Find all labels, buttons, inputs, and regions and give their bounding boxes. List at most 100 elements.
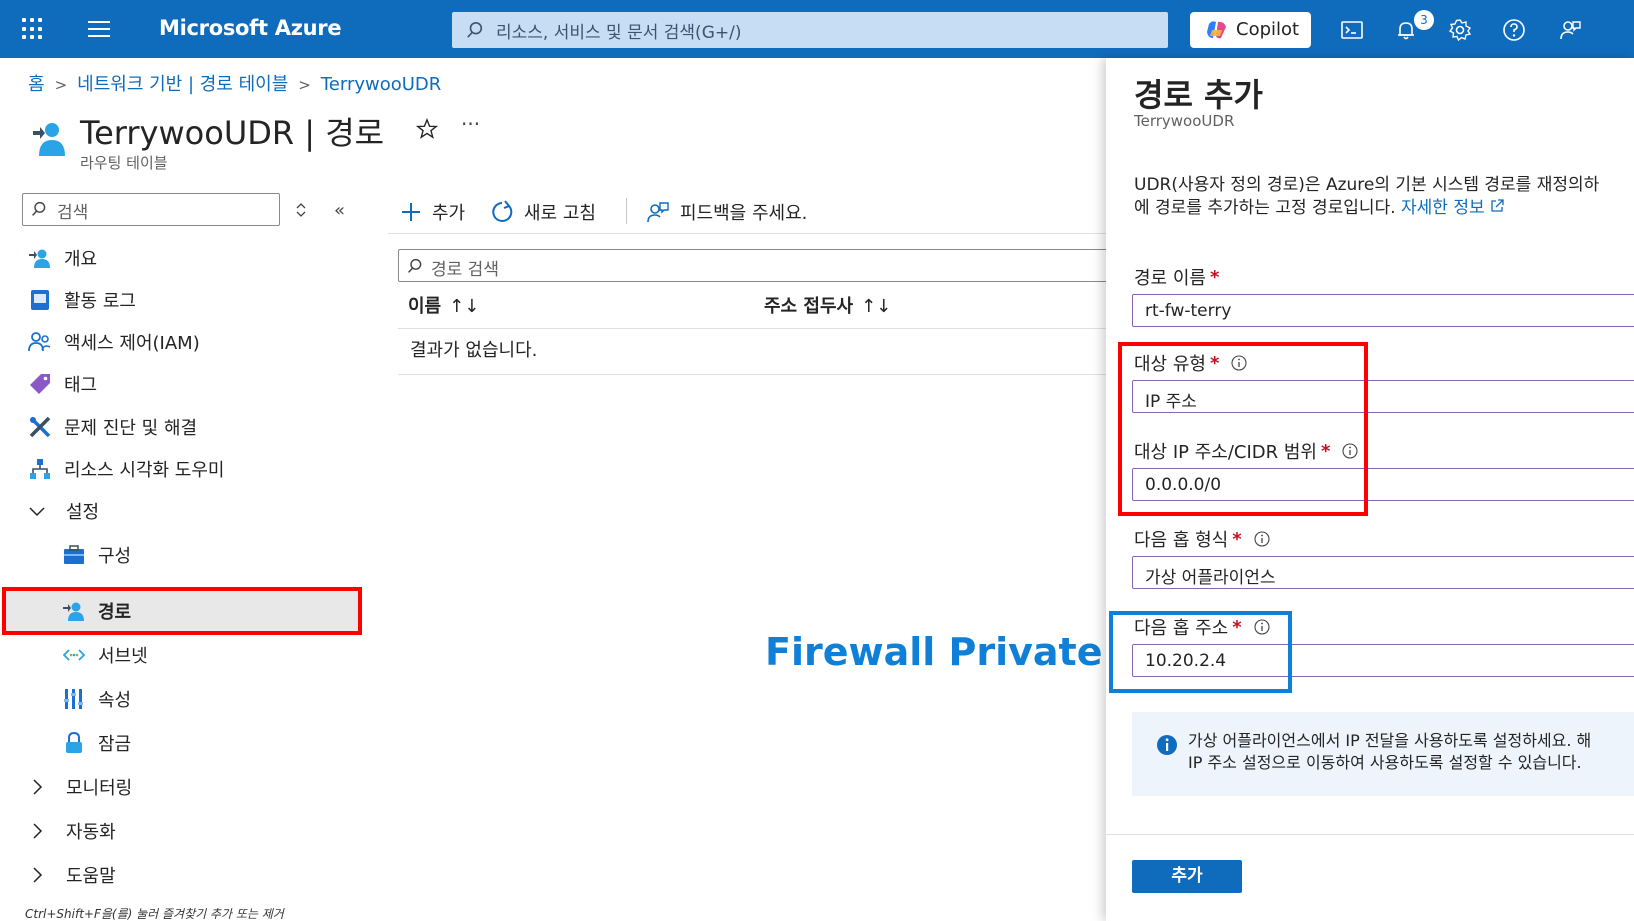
subnet-icon [62,649,86,661]
feedback-label: 피드백을 주세요. [680,203,808,224]
nav-item-label: 구성 [98,546,132,567]
feedback-icon [647,202,669,223]
copilot-label: Copilot [1236,19,1300,40]
panel-description: UDR(사용자 정의 경로)은 Azure의 기본 시스템 경로를 재정의하 에… [1134,174,1634,220]
command-divider [626,198,627,224]
favorite-star-icon[interactable] [416,118,438,140]
nav-item-diagnose[interactable]: 문제 진단 및 해결 [28,407,197,447]
route-name-input[interactable]: rt-fw-terry [1132,294,1634,327]
chevron-right-icon [33,867,43,883]
refresh-label: 새로 고침 [524,203,596,224]
required-marker: * [1232,528,1242,550]
column-header-label: 이름 [408,296,442,317]
feedback-person-icon[interactable] [1558,18,1582,42]
command-bar-divider [388,233,1108,234]
chevron-right-icon [33,779,43,795]
nav-group-label: 모니터링 [66,778,133,799]
portal-menu-icon[interactable] [88,21,110,37]
nav-group-label: 설정 [66,502,100,523]
app-launcher-icon[interactable] [22,18,44,40]
route-name-label-text: 경로 이름 [1134,268,1206,289]
nav-group-monitoring[interactable]: 모니터링 [28,767,132,807]
route-search-input[interactable]: 경로 검색 [398,249,1108,282]
nav-item-label: 리소스 시각화 도우미 [64,460,225,481]
grid-empty-message: 결과가 없습니다. [410,340,538,361]
nav-item-subnets[interactable]: 서브넷 [62,635,148,675]
collapse-nav-button[interactable]: « [334,200,345,221]
cloud-shell-icon[interactable] [1340,18,1364,42]
visualizer-icon [30,459,50,479]
nav-item-label: 속성 [98,690,132,711]
nav-favorites-hint: Ctrl+Shift+F을(를) 눌러 즐겨찾기 추가 또는 제거 [25,907,284,921]
routes-icon [63,602,84,621]
notification-count-badge: 3 [1414,10,1434,30]
nav-item-locks[interactable]: 잠금 [62,723,131,763]
copilot-button[interactable]: Copilot [1190,12,1311,48]
next-hop-type-label: 다음 홉 형식 * [1134,526,1270,552]
page-title: TerrywooUDR | 경로 [80,114,385,152]
activity-log-icon [31,290,49,310]
feedback-button[interactable]: 피드백을 주세요. [646,197,807,227]
learn-more-label: 자세한 정보 [1401,198,1485,218]
chevron-down-icon [29,507,45,517]
column-header-address-prefix[interactable]: 주소 접두사 ↑↓ [764,292,891,318]
nav-item-tags[interactable]: 태그 [28,364,97,404]
chevron-right-icon [33,823,43,839]
column-header-name[interactable]: 이름 ↑↓ [408,292,479,318]
external-link-icon [1491,199,1504,212]
breadcrumb-home-link[interactable]: 홈 [28,74,45,95]
nav-item-activity-log[interactable]: 활동 로그 [28,280,136,320]
nav-group-settings[interactable]: 설정 [28,491,99,531]
top-bar: Microsoft Azure 리소스, 서비스 및 문서 검색(G+/) Co… [0,0,1634,58]
panel-description-line: UDR(사용자 정의 경로)은 Azure의 기본 시스템 경로를 재정의하 [1134,175,1600,195]
nav-item-iam[interactable]: 액세스 제어(IAM) [28,322,200,362]
nav-group-help[interactable]: 도움말 [28,855,116,895]
nav-item-routes-selected-highlight [2,587,362,635]
grid-bottom-divider [398,374,1108,375]
page-subtitle: 라우팅 테이블 [80,154,168,172]
nav-item-overview[interactable]: 개요 [28,238,97,278]
refresh-button[interactable]: 새로 고침 [490,197,596,227]
refresh-icon [492,200,513,222]
panel-title: 경로 추가 [1134,76,1263,114]
nav-item-label: 경로 [98,602,132,623]
nav-group-label: 도움말 [66,866,116,887]
nav-group-automation[interactable]: 자동화 [28,811,116,851]
properties-icon [64,689,83,709]
global-search-placeholder: 리소스, 서비스 및 문서 검색(G+/) [496,23,742,43]
nav-item-label: 잠금 [98,734,132,755]
add-button[interactable]: 추가 [1132,860,1242,893]
more-options-button[interactable]: ··· [461,112,480,136]
nav-item-resource-visualizer[interactable]: 리소스 시각화 도우미 [28,449,224,489]
destination-highlight-box [1118,342,1368,516]
info-icon[interactable] [1254,531,1270,547]
global-search-input[interactable]: 리소스, 서비스 및 문서 검색(G+/) [452,12,1168,48]
nav-search-input[interactable]: 검색 [22,193,280,226]
nav-item-label: 문제 진단 및 해결 [64,418,198,439]
ip-forwarding-info-box: 가상 어플라이언스에서 IP 전달을 사용하도록 설정하세요. 해 IP 주소 … [1132,712,1634,796]
add-route-button[interactable]: 추가 [400,197,465,227]
breadcrumb-resource-link[interactable]: TerrywooUDR [321,74,441,95]
next-hop-type-select[interactable]: 가상 어플라이언스 [1132,556,1634,589]
help-icon[interactable] [1502,18,1526,42]
info-box-line: IP 주소 설정으로 이동하여 사용하도록 설정할 수 있습니다. [1188,753,1582,772]
nav-item-configuration[interactable]: 구성 [62,535,131,575]
nav-item-properties[interactable]: 속성 [62,679,131,719]
nav-item-routes[interactable]: 경로 [62,591,131,631]
nav-group-label: 자동화 [66,822,116,843]
settings-gear-icon[interactable] [1448,18,1472,42]
nav-search-placeholder: 검색 [57,203,89,223]
learn-more-link[interactable]: 자세한 정보 [1401,198,1504,218]
diagnose-icon [29,416,51,438]
nav-item-label: 서브넷 [98,646,148,667]
tag-icon [30,374,50,394]
add-plus-icon [402,203,420,221]
breadcrumb-separator: > [54,76,68,94]
expand-collapse-all-icon[interactable] [295,202,307,218]
nav-item-label: 개요 [64,249,98,270]
brand-title[interactable]: Microsoft Azure [159,16,342,40]
breadcrumb-route-tables-link[interactable]: 네트워크 기반 | 경로 테이블 [77,74,288,95]
firewall-private-ip-annotation: Firewall Private IP [765,630,1158,674]
search-icon [467,21,483,38]
route-name-label: 경로 이름 * [1134,264,1219,290]
